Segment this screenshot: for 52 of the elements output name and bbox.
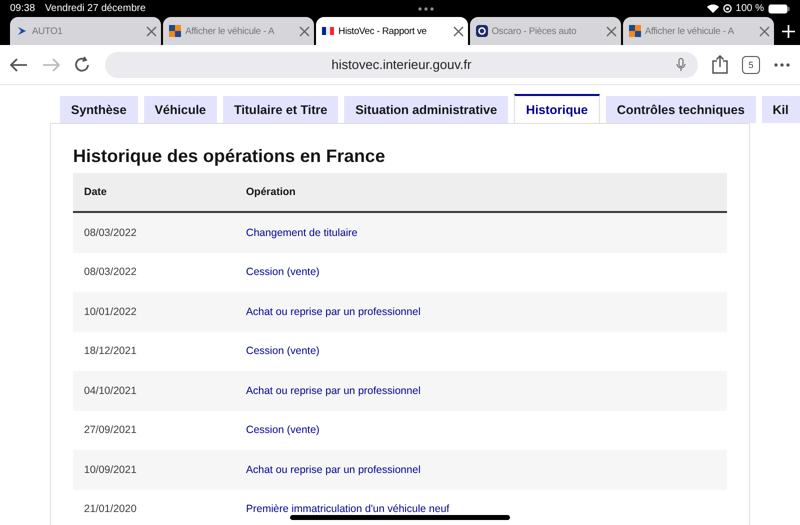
reload-icon[interactable] — [74, 56, 91, 73]
arrow-logo-icon — [16, 25, 28, 37]
close-icon[interactable] — [299, 26, 310, 36]
page-tab[interactable]: Véhicule — [144, 96, 218, 123]
date-cell: 21/01/2020 — [73, 490, 235, 525]
column-header: Date — [73, 173, 235, 212]
wifi-icon — [706, 4, 719, 13]
squares-logo-icon — [169, 25, 182, 37]
column-header: Opération — [235, 173, 727, 212]
date-cell: 27/09/2021 — [73, 410, 235, 450]
operation-link[interactable]: Achat ou reprise par un professionnel — [235, 371, 727, 410]
date-cell: 10/01/2022 — [73, 292, 235, 332]
section-heading: Historique des opérations en France — [73, 146, 386, 167]
close-icon[interactable] — [146, 26, 158, 36]
operation-link[interactable]: Cession (vente) — [235, 252, 727, 292]
status-date: Vendredi 27 décembre — [45, 3, 146, 14]
operation-link[interactable]: Achat ou reprise par un professionnel — [235, 450, 727, 490]
operation-link[interactable]: Achat ou reprise par un professionnel — [235, 292, 727, 332]
status-time: 09:38 — [10, 3, 36, 14]
close-icon[interactable] — [606, 26, 617, 36]
page-tab[interactable]: Kil — [762, 96, 800, 123]
page-tab[interactable]: Historique — [514, 94, 600, 123]
date-cell: 18/12/2021 — [73, 332, 235, 371]
squares-logo-icon — [628, 25, 641, 37]
close-icon[interactable] — [759, 26, 770, 36]
page-tab[interactable]: Synthèse — [60, 96, 138, 123]
flag-icon — [322, 27, 334, 35]
tab-count-button[interactable]: 5 — [742, 56, 760, 74]
page-tab[interactable]: Titulaire et Titre — [223, 96, 338, 123]
date-cell: 10/09/2021 — [73, 450, 235, 490]
microphone-icon[interactable] — [676, 58, 686, 72]
lock-rotation-icon — [722, 4, 732, 13]
battery-icon — [768, 4, 790, 14]
operation-link[interactable]: Cession (vente) — [235, 332, 727, 371]
date-cell: 08/03/2022 — [73, 252, 235, 292]
close-icon[interactable] — [452, 26, 464, 36]
address-bar[interactable]: histovec.interieur.gouv.fr — [105, 52, 698, 78]
share-icon[interactable] — [712, 55, 728, 74]
more-dots-icon — [418, 6, 434, 10]
new-tab-icon[interactable] — [782, 24, 795, 38]
operation-link[interactable]: Première immatriculation d'un véhicule neuf — [235, 490, 727, 525]
date-cell: 08/03/2022 — [73, 212, 235, 252]
operation-link[interactable]: Cession (vente) — [235, 410, 727, 450]
operation-link[interactable]: Changement de titulaire — [235, 212, 727, 252]
battery-percentage: 100 % — [736, 3, 764, 14]
round-logo-icon — [476, 25, 488, 37]
date-cell: 04/10/2021 — [73, 371, 235, 410]
back-icon[interactable] — [10, 58, 28, 72]
page-tab[interactable]: Contrôles techniques — [606, 96, 756, 123]
page-tab[interactable]: Situation administrative — [344, 96, 508, 123]
browser-tab[interactable]: HistoVec - Rapport ve — [316, 17, 468, 45]
more-icon[interactable] — [774, 62, 790, 66]
